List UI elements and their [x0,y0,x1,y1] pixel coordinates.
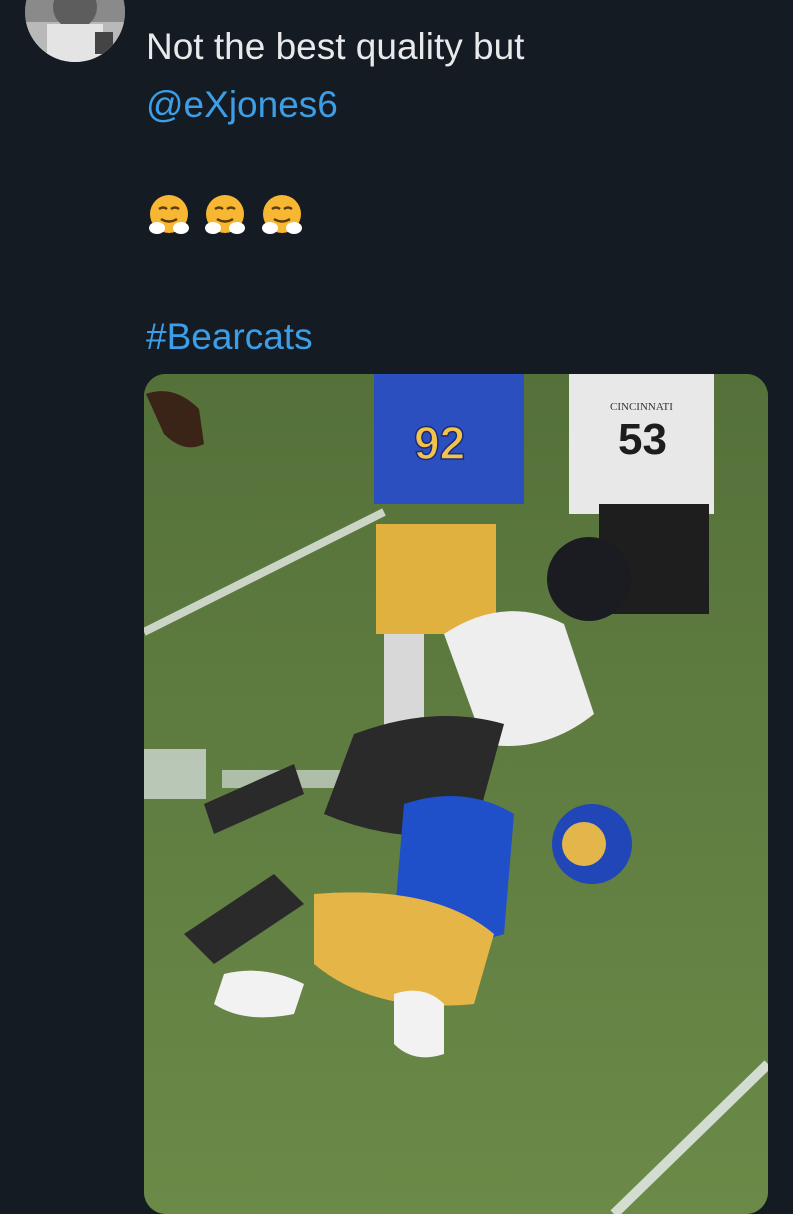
jersey-number-53: 53 [618,415,667,464]
mention-link[interactable]: @eXjones6 [146,76,766,134]
hashtag-link[interactable]: #Bearcats [146,308,766,366]
tweet-text-line: Not the best quality but [146,26,525,67]
face-with-steam-from-nose-icon [261,195,302,234]
football-tackle-photo: 92 53 CINCINNATI [144,374,768,1214]
tweet-body: Not the best quality but @eXjones6 #Bear… [146,18,766,366]
avatar-photo [25,0,125,62]
emoji-row [146,192,766,250]
jersey-number-92: 92 [414,417,465,469]
face-with-steam-from-nose-icon [149,195,189,234]
face-with-steam-from-nose-icon [205,195,246,234]
tweet-media-photo[interactable]: 92 53 CINCINNATI [144,374,768,1214]
author-avatar[interactable] [25,0,125,62]
jersey-text: CINCINNATI [610,401,673,413]
